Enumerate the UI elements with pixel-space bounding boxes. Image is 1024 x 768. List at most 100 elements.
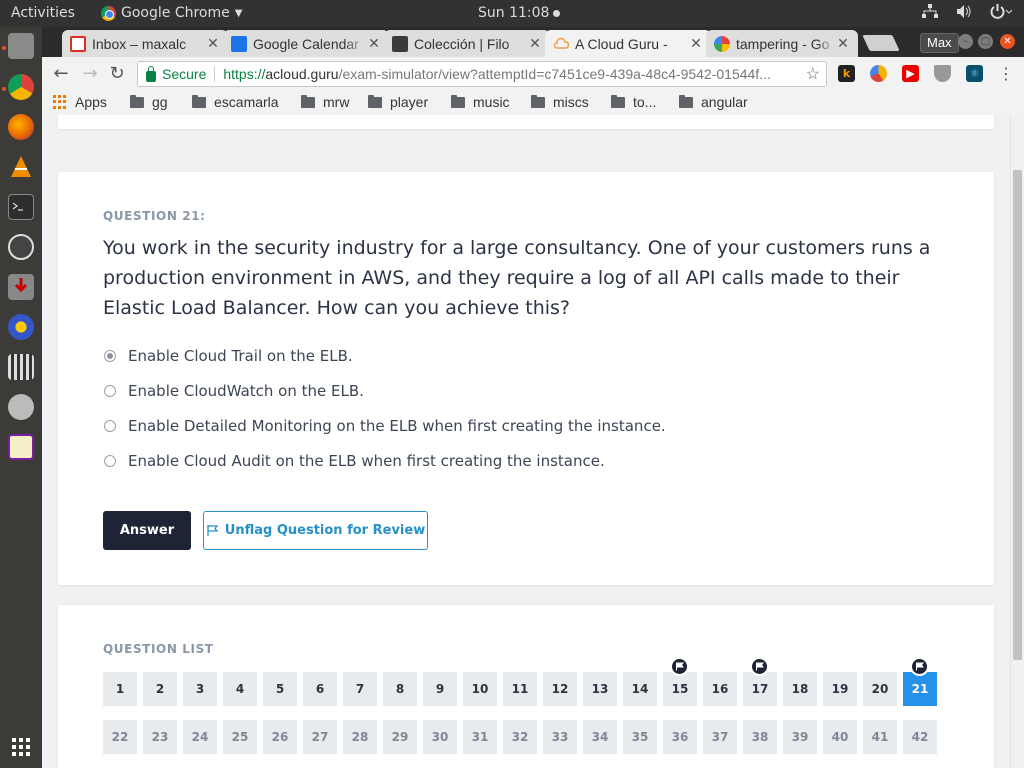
tab-coleccion[interactable]: Colección | Filo ✕ [384,30,550,57]
question-list-item[interactable]: 5 [263,672,297,706]
question-list-item[interactable]: 33 [543,720,577,754]
k-extension-icon[interactable]: k [838,65,855,82]
video-icon[interactable] [8,354,34,380]
activities-button[interactable]: Activities [11,5,75,21]
profile-button[interactable]: Max [920,33,959,53]
question-list-item[interactable]: 22 [103,720,137,754]
sound-icon[interactable] [8,314,34,340]
bookmark-folder[interactable]: angular [679,94,748,110]
maximize-icon[interactable]: □ [978,34,993,49]
answer-option[interactable]: Enable Detailed Monitoring on the ELB wh… [103,408,666,443]
question-list-item[interactable]: 29 [383,720,417,754]
forward-icon[interactable]: → [79,63,101,85]
question-list-item[interactable]: 36 [663,720,697,754]
close-window-icon[interactable]: ✕ [1000,34,1015,49]
shield-extension-icon[interactable] [934,65,951,82]
question-list-item[interactable]: 31 [463,720,497,754]
star-icon[interactable]: ☆ [805,64,820,84]
bookmark-folder[interactable]: to... [611,94,656,110]
question-list-item[interactable]: 35 [623,720,657,754]
system-tray[interactable] [922,4,1013,23]
close-icon[interactable]: ✕ [689,35,703,52]
question-list-item[interactable]: 6 [303,672,337,706]
question-list-item[interactable]: 30 [423,720,457,754]
question-list-item[interactable]: 17 [743,657,777,706]
close-icon[interactable]: ✕ [206,35,220,52]
react-extension-icon[interactable]: ⚛ [966,65,983,82]
question-list-item[interactable]: 11 [503,672,537,706]
close-icon[interactable]: ✕ [836,35,850,52]
question-list-item[interactable]: 10 [463,672,497,706]
terminal-icon[interactable] [8,194,34,220]
question-list-item[interactable]: 7 [343,672,377,706]
firefox-icon[interactable] [8,114,34,140]
question-list-item[interactable]: 13 [583,672,617,706]
clock[interactable]: Sun 11:08 [478,5,561,21]
files-icon[interactable] [8,33,34,59]
question-list-item[interactable]: 41 [863,720,897,754]
tab-inbox[interactable]: Inbox – maxalc ✕ [62,30,228,57]
app-menu[interactable]: Google Chrome ▼ [101,5,242,21]
software-center-icon[interactable] [8,234,34,260]
question-list-item[interactable]: 34 [583,720,617,754]
question-list-item[interactable]: 2 [143,672,177,706]
unflag-button[interactable]: Unflag Question for Review [203,511,428,550]
reload-icon[interactable]: ↻ [106,63,128,85]
bookmark-folder[interactable]: gg [130,94,168,110]
bookmark-folder[interactable]: music [451,94,510,110]
question-list-item[interactable]: 24 [183,720,217,754]
question-list-item[interactable]: 38 [743,720,777,754]
question-list-item[interactable]: 28 [343,720,377,754]
radio-button[interactable] [104,349,116,362]
chrome-icon[interactable] [8,74,34,100]
question-list-item[interactable]: 42 [903,720,937,754]
answer-option[interactable]: Enable Cloud Audit on the ELB when first… [103,443,666,478]
question-list-item[interactable]: 4 [223,672,257,706]
bookmark-folder[interactable]: player [368,94,428,110]
question-list-item[interactable]: 16 [703,672,737,706]
question-list-item[interactable]: 12 [543,672,577,706]
bookmark-folder[interactable]: escamarla [192,94,279,110]
settings-icon[interactable] [8,394,34,420]
question-list-item[interactable]: 18 [783,672,817,706]
tab-acloudguru[interactable]: A Cloud Guru - ✕ [545,30,711,57]
youtube-extension-icon[interactable]: ▶ [902,65,919,82]
question-list-item[interactable]: 21 [903,657,937,706]
question-list-item[interactable]: 26 [263,720,297,754]
close-icon[interactable]: ✕ [367,35,381,52]
scrollbar[interactable] [1010,115,1024,768]
pie-extension-icon[interactable] [870,65,887,82]
question-list-item[interactable]: 15 [663,657,697,706]
bookmark-apps[interactable]: Apps [53,94,107,110]
answer-button[interactable]: Answer [103,511,191,550]
question-list-item[interactable]: 20 [863,672,897,706]
question-list-item[interactable]: 1 [103,672,137,706]
bookmark-folder[interactable]: mrw [301,94,349,110]
question-list-item[interactable]: 8 [383,672,417,706]
notepad-icon[interactable] [8,434,34,460]
scrollbar-thumb[interactable] [1013,170,1022,660]
radio-button[interactable] [104,384,116,397]
menu-icon[interactable]: ⋮ [995,63,1017,85]
question-list-item[interactable]: 3 [183,672,217,706]
vlc-icon[interactable] [8,154,34,180]
question-list-item[interactable]: 27 [303,720,337,754]
radio-button[interactable] [104,419,116,432]
tab-calendar[interactable]: Google Calendar ✕ [223,30,389,57]
question-list-item[interactable]: 14 [623,672,657,706]
question-list-item[interactable]: 25 [223,720,257,754]
new-tab-button[interactable] [862,35,900,51]
address-bar[interactable]: Secure https:// acloud.guru /exam-simula… [137,61,827,87]
question-list-item[interactable]: 19 [823,672,857,706]
tab-tampering[interactable]: tampering - Go ✕ [706,30,858,57]
minimize-icon[interactable]: – [958,34,973,49]
download-icon[interactable] [8,274,34,300]
back-icon[interactable]: ← [50,63,72,85]
question-list-item[interactable]: 40 [823,720,857,754]
question-list-item[interactable]: 39 [783,720,817,754]
close-icon[interactable]: ✕ [528,35,542,52]
answer-option[interactable]: Enable CloudWatch on the ELB. [103,373,666,408]
question-list-item[interactable]: 23 [143,720,177,754]
answer-option[interactable]: Enable Cloud Trail on the ELB. [103,338,666,373]
bookmark-folder[interactable]: miscs [531,94,589,110]
